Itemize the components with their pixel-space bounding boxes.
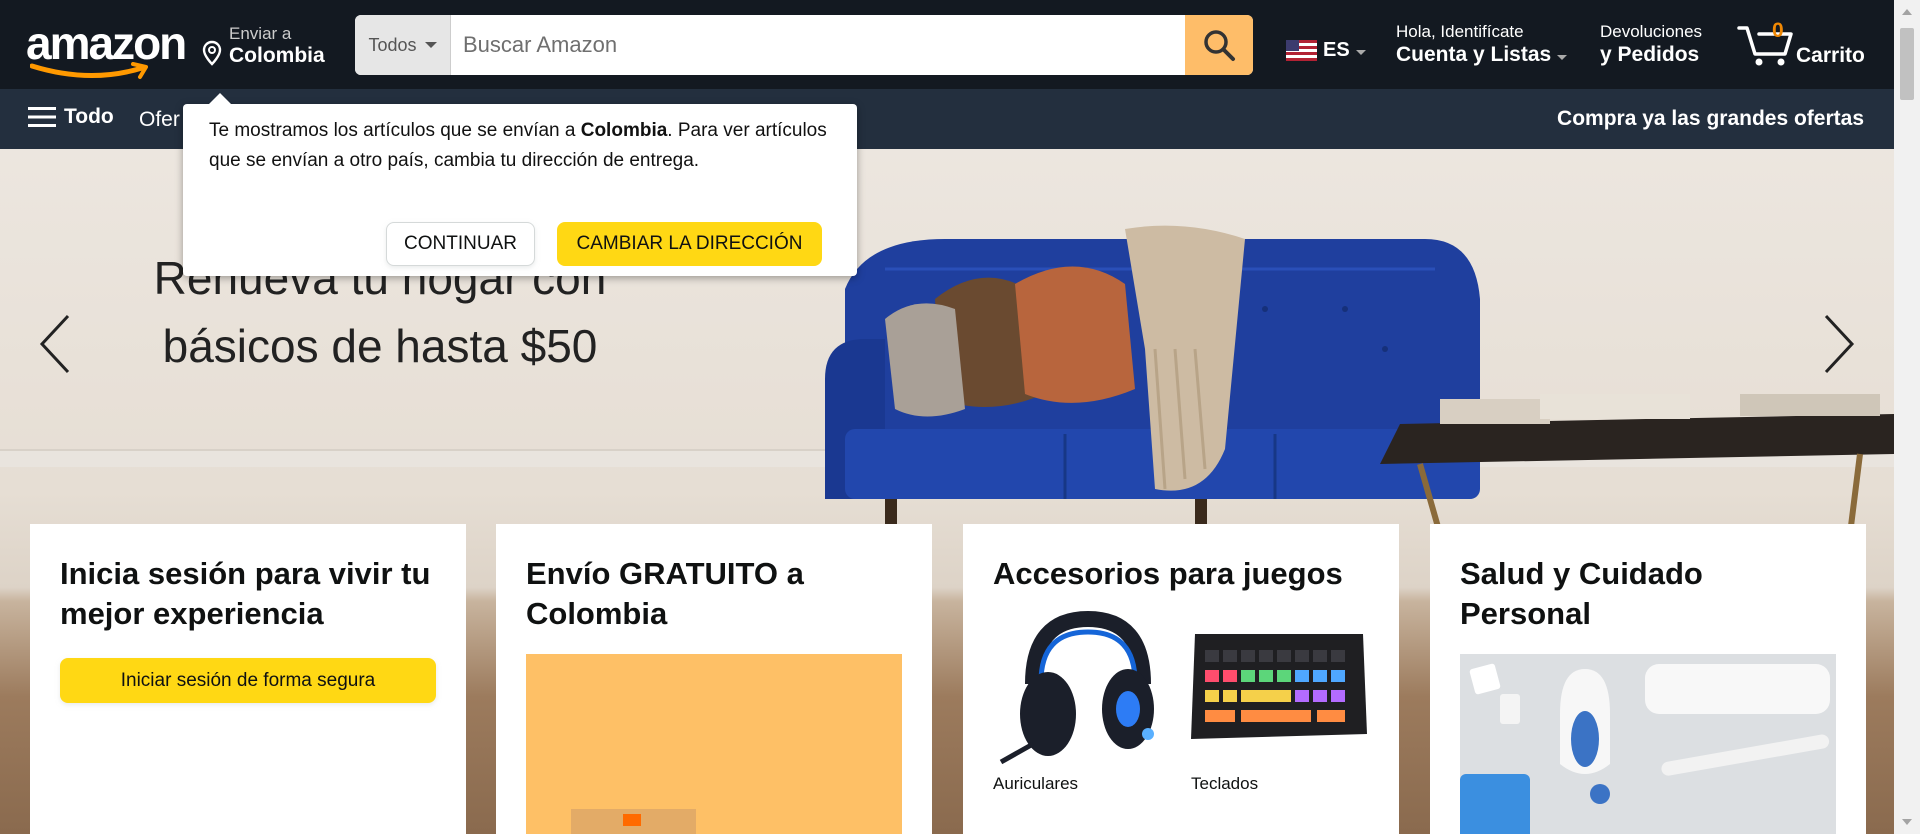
card-health-care: Salud y Cuidado Personal: [1430, 524, 1866, 834]
gaming-item-caption: Auriculares: [993, 774, 1079, 793]
continue-button[interactable]: CONTINUAR: [386, 222, 535, 266]
card-gaming-accessories: Accesorios para juegos Auriculares Tecla…: [963, 524, 1399, 834]
account-menu[interactable]: Hola, Identifícate Cuenta y Listas: [1396, 22, 1571, 67]
caret-down-icon: [1557, 54, 1568, 60]
nav-top: amazon Enviar a Colombia Todos ES: [0, 0, 1894, 89]
scroll-up-icon[interactable]: [1902, 9, 1912, 15]
address-popover: Te mostramos los artículos que se envían…: [183, 93, 857, 276]
deliver-label: Enviar a: [229, 24, 292, 43]
magnifier-icon: [1204, 30, 1235, 61]
popover-country: Colombia: [580, 120, 668, 141]
signin-button[interactable]: Iniciar sesión de forma segura: [60, 658, 436, 703]
popover-text-before: Te mostramos los artículos que se envían…: [209, 120, 581, 141]
cart-icon: [1737, 26, 1793, 66]
orders-label: y Pedidos: [1600, 43, 1700, 66]
us-flag-icon: [1286, 39, 1317, 61]
popover-message: Te mostramos los artículos que se envían…: [209, 116, 831, 176]
page-scrollbar[interactable]: [1894, 0, 1920, 834]
coffee-table-image: [1380, 394, 1894, 534]
account-lists-row: Cuenta y Listas: [1396, 43, 1571, 67]
caret-down-icon: [424, 42, 437, 48]
gaming-item-caption: Teclados: [1191, 774, 1259, 793]
search-category-label: Todos: [368, 34, 417, 55]
promo-link[interactable]: Compra ya las grandes ofertas: [1557, 107, 1864, 131]
deliver-country: Colombia: [229, 44, 325, 67]
popover-actions: CONTINUAR CAMBIAR LA DIRECCIÓN: [386, 222, 822, 266]
shipping-box-image[interactable]: [526, 654, 902, 834]
chevron-left-icon: [39, 314, 70, 374]
package-tape: [623, 814, 641, 826]
keyboard-icon: [1191, 634, 1367, 739]
cart-button[interactable]: 0 Carrito: [1737, 18, 1867, 70]
card-title: Envío GRATUITO a Colombia: [526, 556, 804, 631]
caret-down-icon: [1355, 49, 1366, 55]
gaming-item-keyboards[interactable]: Teclados: [1191, 594, 1367, 794]
search-bar: Todos: [355, 15, 1253, 75]
hamburger-icon: [28, 107, 56, 127]
location-pin-icon: [202, 40, 222, 66]
card-free-shipping[interactable]: Envío GRATUITO a Colombia: [496, 524, 932, 834]
chevron-right-icon: [1824, 314, 1855, 374]
nav-link-ofertas[interactable]: Ofer: [139, 108, 180, 132]
hero-headline-line2: básicos de hasta $50: [162, 320, 598, 372]
logo-smile-icon: [30, 62, 148, 79]
card-title: Salud y Cuidado Personal: [1460, 556, 1703, 631]
cart-count: 0: [1772, 19, 1784, 42]
search-input[interactable]: [451, 15, 1185, 75]
all-menu-label: Todo: [64, 105, 114, 128]
scrollbar-thumb[interactable]: [1900, 28, 1914, 100]
all-menu-button[interactable]: Todo: [28, 105, 114, 129]
logo-wordmark: amazon: [26, 17, 187, 69]
language-selector[interactable]: ES: [1286, 38, 1368, 62]
carousel-prev-button[interactable]: [24, 299, 84, 389]
search-category-select[interactable]: Todos: [355, 15, 451, 75]
search-button[interactable]: [1185, 15, 1253, 75]
health-products-image[interactable]: [1460, 654, 1836, 834]
headphones-image: [993, 594, 1169, 770]
amazon-logo[interactable]: amazon: [26, 17, 187, 79]
card-title: Inicia sesión para vivir tu mejor experi…: [60, 556, 431, 631]
keyboard-image: [1191, 594, 1367, 770]
account-greeting: Hola, Identifícate: [1396, 22, 1524, 41]
deliver-to[interactable]: Enviar a Colombia: [201, 22, 331, 70]
account-lists-label: Cuenta y Listas: [1396, 43, 1552, 66]
gaming-item-headphones[interactable]: Auriculares: [993, 594, 1169, 794]
scroll-down-icon[interactable]: [1902, 819, 1912, 825]
toiletries-icon: [1460, 663, 1830, 834]
returns-label: Devoluciones: [1600, 22, 1703, 41]
returns-orders[interactable]: Devoluciones y Pedidos: [1600, 22, 1712, 67]
headphones-icon: [999, 610, 1154, 765]
change-address-button[interactable]: CAMBIAR LA DIRECCIÓN: [557, 222, 822, 266]
card-signin: Inicia sesión para vivir tu mejor experi…: [30, 524, 466, 834]
cart-label: Carrito: [1796, 44, 1865, 67]
language-code: ES: [1323, 38, 1350, 61]
gaming-items: Auriculares Teclados: [993, 594, 1369, 794]
card-title: Accesorios para juegos: [993, 556, 1343, 591]
carousel-next-button[interactable]: [1810, 299, 1870, 389]
